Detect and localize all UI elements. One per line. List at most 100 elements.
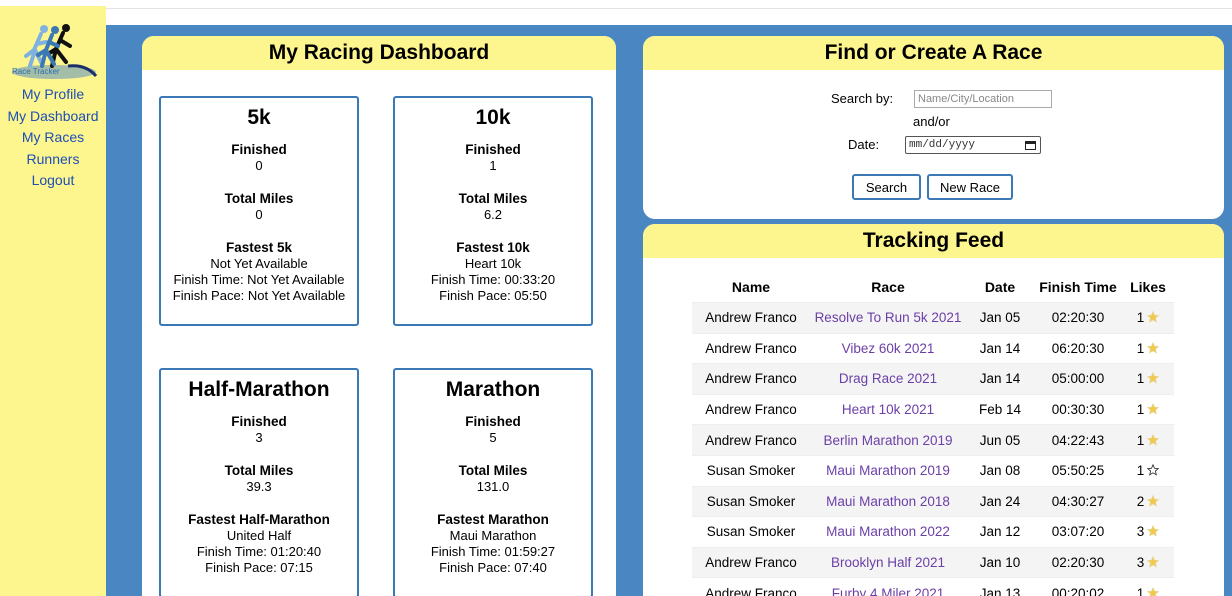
runner-name: Andrew Franco (705, 310, 797, 326)
cell-likes: 1 (1122, 424, 1174, 456)
race-link[interactable]: Resolve To Run 5k 2021 (815, 310, 962, 325)
table-row: Andrew Franco Resolve To Run 5k 2021 Jan 0… (692, 302, 1174, 334)
find-create-race-panel: Find or Create A Race Search by: Name/Ci… (643, 36, 1224, 219)
top-strip (106, 0, 1232, 9)
race-link[interactable]: Brooklyn Half 2021 (831, 555, 945, 570)
star-filled-icon[interactable] (1147, 433, 1160, 446)
col-finish-time: Finish Time (1039, 279, 1117, 295)
race-tracker-logo[interactable]: Race Tracker (8, 20, 100, 82)
race-link[interactable]: Maui Marathon 2018 (826, 494, 950, 509)
tracking-feed-table: Name Race Date Finish Time Likes Andrew … (692, 272, 1174, 596)
table-row: Andrew Franco Berlin Marathon 2019 Jun 05 0… (692, 424, 1174, 456)
runner-name: Andrew Franco (705, 555, 797, 571)
date-placeholder: mm/dd/yyyy (909, 139, 976, 151)
cell-race-date: Jan 05 (966, 302, 1034, 334)
star-filled-icon[interactable] (1147, 311, 1160, 323)
date-input[interactable]: mm/dd/yyyy (905, 136, 1041, 154)
cell-race-date: Jan 24 (966, 485, 1034, 517)
race-date: Jan 14 (979, 371, 1021, 387)
finish-time: Finish Time: 00:33:20 (430, 272, 556, 287)
finish-pace: Finish Pace: 07:40 (439, 560, 547, 575)
new-race-button[interactable]: New Race (927, 174, 1013, 200)
race-date: Jan 24 (979, 493, 1021, 509)
star-filled-icon[interactable] (1147, 556, 1160, 568)
likes-count: 1 (1136, 463, 1145, 479)
cell-finish-time: 04:22:43 (1034, 424, 1122, 456)
cell-finish-time: 05:50:25 (1034, 454, 1122, 487)
cell-likes: 3 (1122, 516, 1174, 548)
race-link[interactable]: Drag Race 2021 (839, 371, 937, 386)
fastest-race: Heart 10k (464, 256, 522, 271)
runner-name: Andrew Franco (705, 340, 797, 356)
nav-my-profile[interactable]: My Profile (0, 84, 106, 106)
card-marathon: Marathon Finished 5 Total Miles 131.0 Fa… (393, 368, 593, 596)
col-name: Name (731, 279, 771, 295)
finished-label: Finished (231, 142, 287, 157)
cell-race-date: Jan 08 (966, 454, 1034, 487)
cell-race-date: Jan 10 (966, 546, 1034, 578)
finish-time: Finish Time: 01:59:27 (430, 544, 556, 559)
finished-label: Finished (465, 142, 521, 157)
search-button[interactable]: Search (852, 174, 921, 200)
cell-runner-name: Andrew Franco (692, 393, 810, 425)
cell-runner-name: Susan Smoker (692, 516, 810, 548)
star-filled-icon[interactable] (1147, 586, 1160, 596)
table-row: Susan Smoker Maui Marathon 2022 Jan 12 03:0… (692, 516, 1174, 548)
col-race: Race (871, 279, 905, 295)
runner-name: Andrew Franco (705, 432, 797, 448)
cell-finish-time: 02:20:30 (1034, 546, 1122, 578)
likes-count: 1 (1136, 402, 1145, 418)
likes-count: 1 (1136, 432, 1145, 448)
nav-logout[interactable]: Logout (0, 170, 106, 192)
likes-count: 1 (1136, 371, 1145, 387)
finish-time: 06:20:30 (1051, 340, 1105, 356)
feed-body: Andrew Franco Resolve To Run 5k 2021 Jan 0… (692, 302, 1174, 596)
finished-value: 1 (489, 158, 497, 173)
table-header-row: Name Race Date Finish Time Likes (692, 272, 1174, 303)
calendar-icon[interactable] (1025, 140, 1036, 150)
cell-runner-name: Andrew Franco (692, 332, 810, 364)
cell-finish-time: 06:20:30 (1034, 332, 1122, 364)
cell-race-link: Maui Marathon 2019 (810, 454, 966, 487)
total-miles-value: 0 (255, 207, 263, 222)
star-filled-icon[interactable] (1147, 341, 1160, 354)
race-link[interactable]: Maui Marathon 2022 (826, 524, 950, 539)
sidebar-nav: My Profile My Dashboard My Races Runners… (0, 84, 106, 192)
star-filled-icon[interactable] (1147, 525, 1160, 538)
nav-my-dashboard[interactable]: My Dashboard (0, 106, 106, 128)
finish-time: 03:07:20 (1051, 524, 1105, 540)
finished-value: 5 (489, 430, 497, 445)
nav-my-races[interactable]: My Races (0, 127, 106, 149)
racing-dashboard-panel: My Racing Dashboard 5k Finished 0 Total … (142, 36, 616, 596)
race-link[interactable]: Heart 10k 2021 (842, 402, 934, 417)
cell-runner-name: Andrew Franco (692, 424, 810, 456)
race-link[interactable]: Maui Marathon 2019 (826, 463, 950, 478)
likes-count: 3 (1136, 555, 1145, 571)
cell-race-link: Vibez 60k 2021 (810, 332, 966, 364)
finish-time: 05:50:25 (1051, 463, 1105, 479)
table-row: Andrew Franco Furby 4 Miler 2021 Jan 13 00:… (692, 577, 1174, 596)
runner-name: Andrew Franco (705, 402, 797, 418)
total-miles-label: Total Miles (224, 191, 294, 206)
nav-runners[interactable]: Runners (0, 149, 106, 171)
cell-finish-time: 04:30:27 (1034, 485, 1122, 517)
race-link[interactable]: Vibez 60k 2021 (842, 341, 935, 356)
star-filled-icon[interactable] (1147, 372, 1160, 385)
card-half-marathon: Half-Marathon Finished 3 Total Miles 39.… (159, 368, 359, 596)
search-input[interactable]: Name/City/Location (914, 90, 1052, 108)
likes-count: 3 (1136, 524, 1145, 540)
star-filled-icon[interactable] (1147, 494, 1160, 507)
search-by-label: Search by: (831, 91, 894, 106)
card-title: 10k (475, 106, 511, 129)
cell-likes: 1 (1122, 393, 1174, 425)
race-date: Jan 08 (979, 463, 1021, 479)
star-filled-icon[interactable] (1147, 403, 1160, 415)
fastest-race: Not Yet Available (210, 256, 308, 271)
race-link[interactable]: Furby 4 Miler 2021 (832, 586, 945, 596)
finish-time: 00:30:30 (1051, 402, 1105, 418)
race-link[interactable]: Berlin Marathon 2019 (823, 433, 952, 448)
cell-race-link: Resolve To Run 5k 2021 (810, 302, 966, 334)
star-outline-icon[interactable] (1147, 464, 1160, 476)
finish-pace: Finish Pace: Not Yet Available (172, 288, 346, 303)
finish-pace: Finish Pace: 07:15 (205, 560, 313, 575)
